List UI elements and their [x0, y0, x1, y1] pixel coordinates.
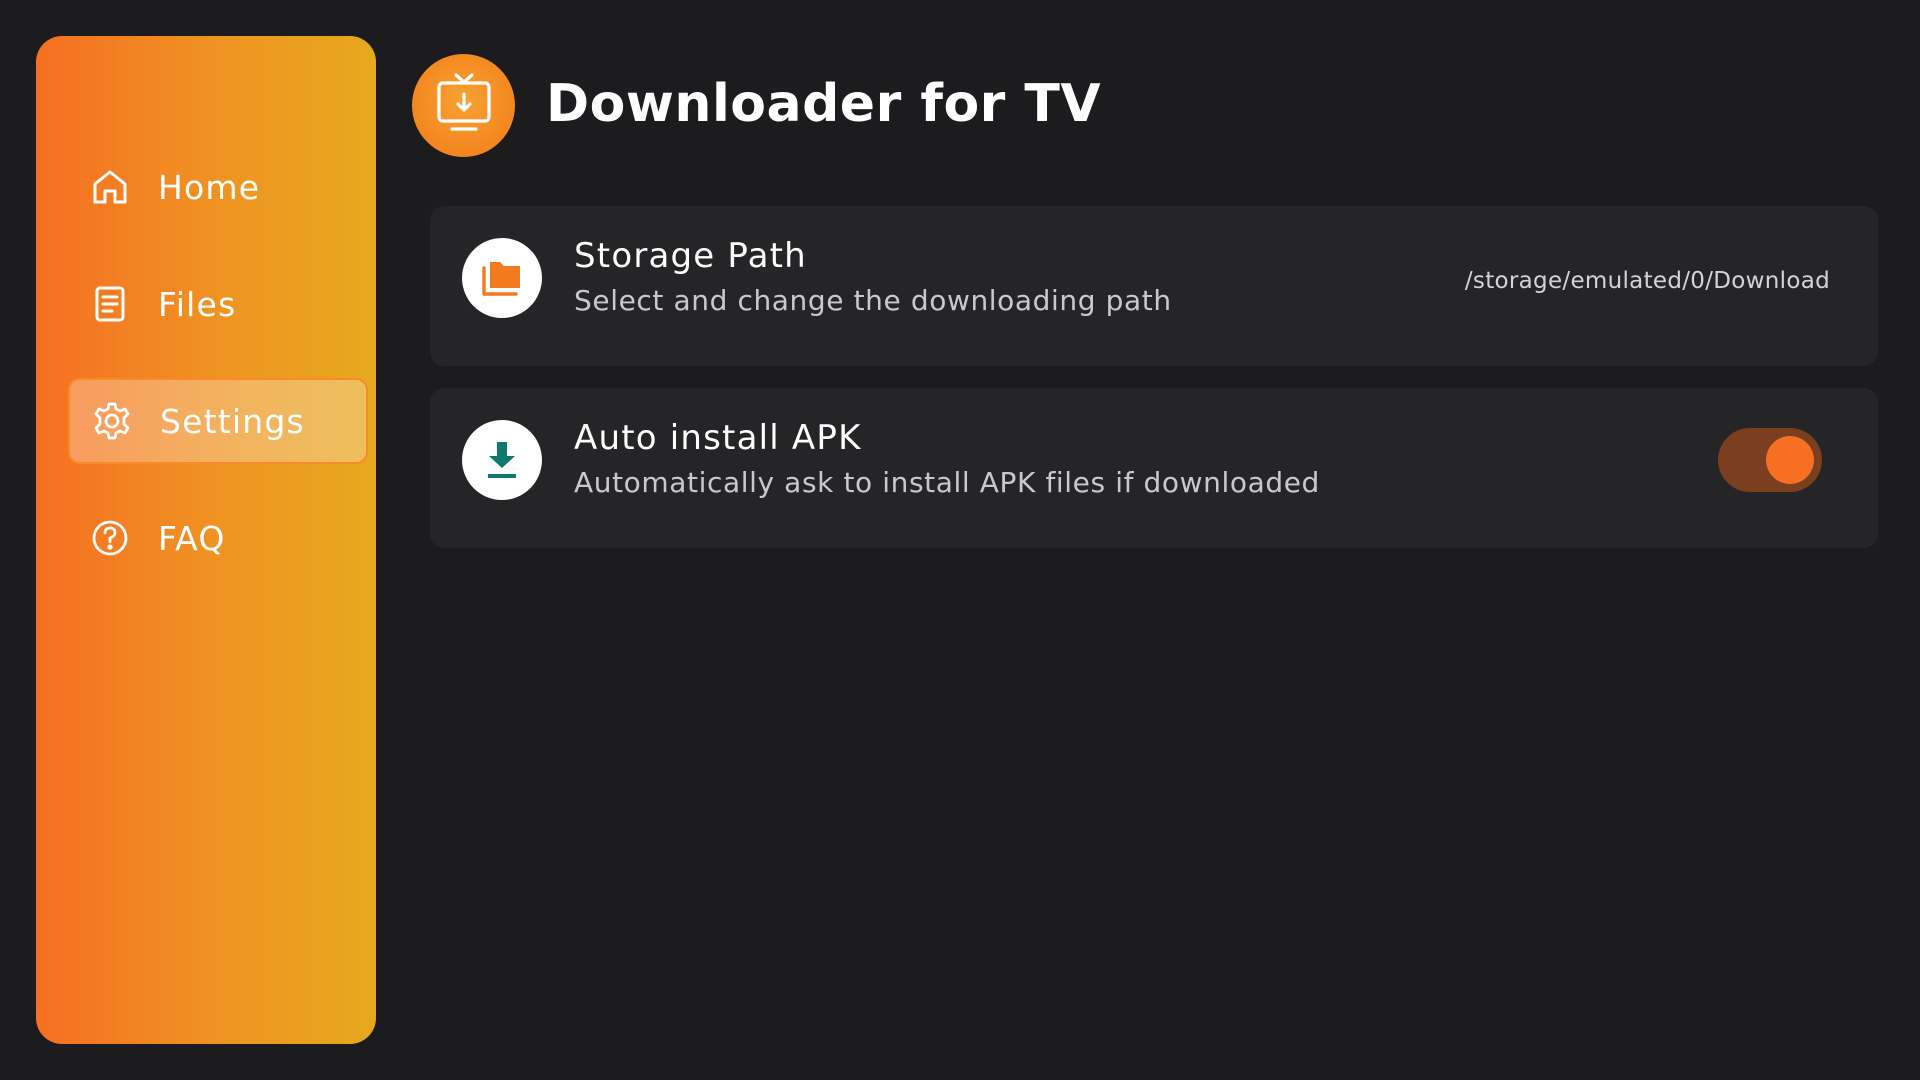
sidebar-item-files[interactable]: Files [68, 261, 368, 347]
auto-install-toggle[interactable] [1718, 428, 1822, 492]
storage-path-setting[interactable]: Storage Path Select and change the downl… [430, 206, 1878, 366]
sidebar-item-label: FAQ [158, 518, 226, 558]
sidebar-item-label: Settings [160, 401, 305, 441]
download-icon [462, 420, 542, 500]
home-icon [90, 167, 130, 207]
app-logo [412, 54, 515, 157]
sidebar: Home Files Settings FAQ [36, 36, 376, 1044]
setting-subtitle: Automatically ask to install APK files i… [574, 466, 1320, 499]
gear-icon [92, 401, 132, 441]
setting-title: Storage Path [574, 236, 807, 276]
sidebar-item-label: Home [158, 167, 261, 207]
toggle-knob [1766, 436, 1814, 484]
sidebar-item-home[interactable]: Home [68, 144, 368, 230]
tv-download-icon [429, 69, 499, 143]
setting-title: Auto install APK [574, 418, 862, 458]
auto-install-apk-setting[interactable]: Auto install APK Automatically ask to in… [430, 388, 1878, 548]
folder-icon [462, 238, 542, 318]
document-icon [90, 284, 130, 324]
sidebar-item-faq[interactable]: FAQ [68, 495, 368, 581]
sidebar-item-label: Files [158, 284, 237, 324]
help-icon [90, 518, 130, 558]
sidebar-item-settings[interactable]: Settings [68, 378, 368, 464]
setting-subtitle: Select and change the downloading path [574, 284, 1172, 317]
app-title: Downloader for TV [546, 74, 1102, 134]
storage-path-value: /storage/emulated/0/Download [1464, 268, 1830, 294]
